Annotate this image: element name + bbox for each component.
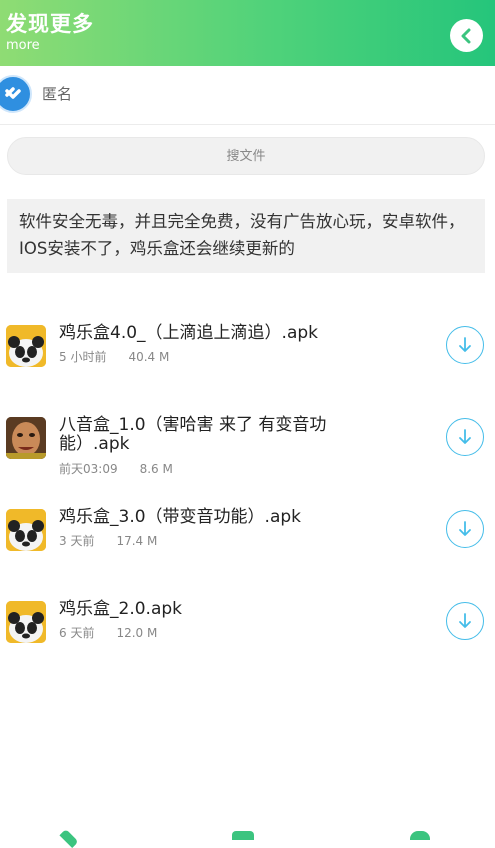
file-size: 12.0 M — [116, 626, 158, 640]
file-item[interactable]: 鸡乐盒4.0_（上滴追上滴追）.apk 5 小时前 40.4 M — [0, 308, 495, 388]
download-arrow-icon — [459, 429, 471, 444]
page-title: 发现更多 — [6, 12, 94, 36]
user-avatar-icon — [0, 75, 32, 113]
file-name: 鸡乐盒_3.0（带变音功能）.apk — [59, 507, 301, 527]
file-time: 3 天前 — [59, 534, 95, 548]
download-arrow-icon — [459, 337, 471, 352]
app-header: 发现更多 more — [0, 0, 495, 66]
search-input[interactable] — [8, 147, 484, 165]
home-icon[interactable] — [59, 828, 79, 848]
file-size: 40.4 M — [128, 350, 170, 364]
panda-app-icon — [6, 325, 46, 367]
file-meta: 前天03:09 8.6 M — [59, 460, 173, 477]
file-time: 6 天前 — [59, 626, 95, 640]
user-row[interactable]: 匿名 — [0, 66, 495, 125]
download-arrow-icon — [459, 521, 471, 536]
file-name: 鸡乐盒_2.0.apk — [59, 599, 182, 619]
file-meta: 6 天前 12.0 M — [59, 624, 157, 641]
discover-icon[interactable] — [232, 831, 254, 840]
file-item[interactable]: 鸡乐盒_2.0.apk 6 天前 12.0 M — [0, 584, 495, 664]
page-subtitle: more — [6, 38, 40, 53]
file-time: 前天03:09 — [59, 462, 118, 476]
file-meta: 5 小时前 40.4 M — [59, 348, 169, 365]
download-button[interactable] — [446, 418, 484, 456]
file-item[interactable]: 八音盒_1.0（害哈害 来了 有变音功能）.apk 前天03:09 8.6 M — [0, 400, 495, 480]
panda-app-icon — [6, 509, 46, 551]
file-size: 8.6 M — [139, 462, 173, 476]
download-button[interactable] — [446, 510, 484, 548]
download-arrow-icon — [459, 613, 471, 628]
panda-app-icon — [6, 601, 46, 643]
face-app-icon — [6, 417, 46, 459]
download-button[interactable] — [446, 602, 484, 640]
search-bar[interactable] — [7, 137, 485, 175]
file-name: 八音盒_1.0（害哈害 来了 有变音功能）.apk — [59, 415, 327, 454]
download-button[interactable] — [446, 326, 484, 364]
file-size: 17.4 M — [116, 534, 158, 548]
file-name: 鸡乐盒4.0_（上滴追上滴追）.apk — [59, 323, 318, 343]
profile-icon[interactable] — [410, 831, 430, 840]
file-meta: 3 天前 17.4 M — [59, 532, 157, 549]
bottom-nav — [0, 826, 495, 848]
file-time: 5 小时前 — [59, 350, 107, 364]
chevron-left-icon — [461, 28, 470, 43]
user-name: 匿名 — [42, 85, 73, 103]
back-button[interactable] — [450, 19, 483, 52]
description-text: 软件安全无毒，并且完全免费，没有广告放心玩，安卓软件，IOS安装不了，鸡乐盒还会… — [7, 199, 485, 273]
file-item[interactable]: 鸡乐盒_3.0（带变音功能）.apk 3 天前 17.4 M — [0, 492, 495, 572]
